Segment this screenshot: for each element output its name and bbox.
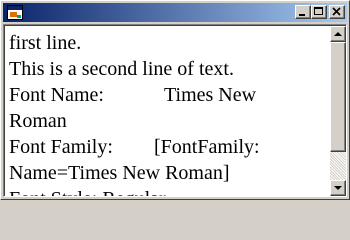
font-name-value: Times New [164, 84, 257, 106]
arrow-up-icon [334, 32, 342, 36]
close-button[interactable] [329, 5, 345, 19]
font-family-row: Font Family: [FontFamily: [9, 134, 327, 160]
arrow-down-icon [334, 186, 342, 190]
vertical-scrollbar[interactable] [330, 26, 346, 196]
minimize-button[interactable] [295, 5, 311, 19]
app-window: first line. This is a second line of tex… [0, 0, 350, 200]
text-display-area[interactable]: first line. This is a second line of tex… [3, 24, 347, 197]
scroll-thumb[interactable] [330, 42, 346, 152]
text-line-1: first line. [9, 32, 82, 54]
font-family-value: [FontFamily: [154, 136, 260, 158]
scroll-down-button[interactable] [330, 180, 346, 196]
font-family-value-wrap: Name=Times New Roman] [9, 162, 230, 184]
app-icon[interactable] [7, 5, 23, 20]
text-line-2: This is a second line of text. [9, 58, 234, 80]
close-icon [332, 7, 341, 16]
scroll-up-button[interactable] [330, 26, 346, 42]
maximize-icon [314, 7, 323, 15]
text-content: first line. This is a second line of tex… [9, 30, 327, 196]
font-name-row: Font Name: Times New [9, 82, 327, 108]
font-family-label: Font Family: [9, 136, 113, 158]
font-name-label: Font Name: [9, 84, 104, 106]
font-style-row: Font Style: Regular [9, 186, 327, 196]
title-bar[interactable] [3, 3, 347, 22]
minimize-icon [299, 14, 305, 16]
maximize-button[interactable] [311, 5, 327, 19]
font-name-value-wrap: Roman [9, 110, 67, 132]
